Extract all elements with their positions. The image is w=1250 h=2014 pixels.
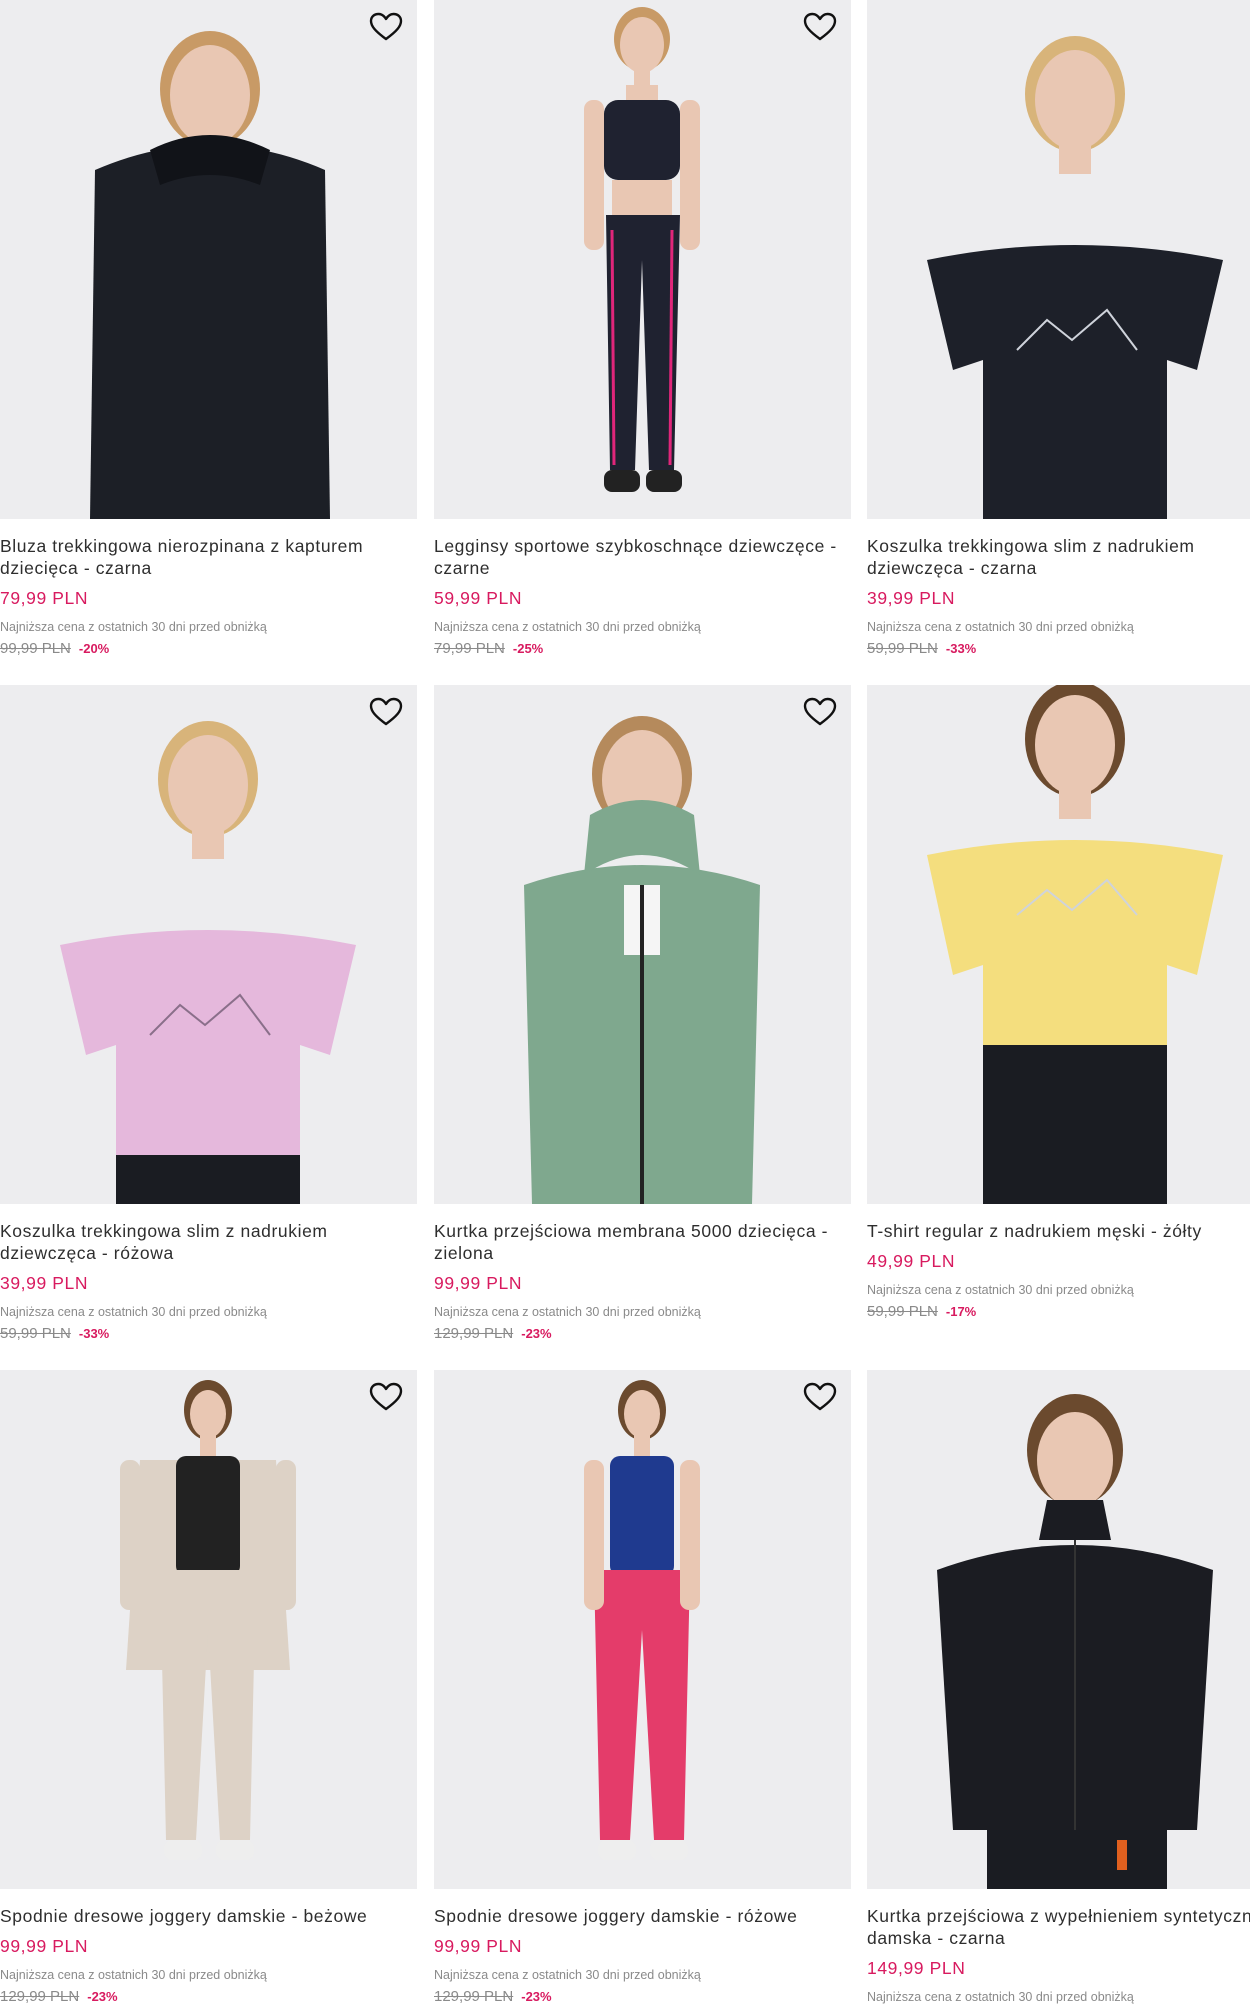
product-card[interactable]: Bluza trekkingowa nierozpinana z kapture…	[0, 0, 417, 658]
old-price-row: 129,99 PLN -23%	[434, 1988, 851, 2006]
product-name[interactable]: Koszulka trekkingowa slim z nadrukiem dz…	[867, 535, 1250, 579]
discount-badge: -20%	[78, 641, 110, 656]
product-image[interactable]	[867, 685, 1250, 1204]
heart-outline-icon	[369, 697, 403, 726]
old-price-row: 99,99 PLN -20%	[0, 640, 417, 658]
discount-badge: -17%	[945, 1304, 977, 1319]
lowest-price-note: Najniższa cena z ostatnich 30 dni przed …	[434, 1305, 701, 1319]
wishlist-heart-icon[interactable]	[801, 695, 839, 729]
discount-badge: -23%	[521, 1326, 552, 1341]
product-card[interactable]: Koszulka trekkingowa slim z nadrukiem dz…	[867, 0, 1250, 658]
wishlist-heart-icon[interactable]	[367, 695, 405, 729]
lowest-price-note: Najniższa cena z ostatnich 30 dni przed …	[867, 620, 1134, 634]
heart-outline-icon	[803, 1382, 837, 1411]
product-name[interactable]: Spodnie dresowe joggery damskie - beżowe	[0, 1905, 417, 1927]
product-card[interactable]: Koszulka trekkingowa slim z nadrukiem dz…	[0, 685, 417, 1343]
discount-badge: -25%	[512, 641, 544, 656]
product-price: 49,99 PLN	[867, 1251, 956, 1271]
wishlist-heart-icon[interactable]	[801, 10, 839, 44]
product-price: 79,99 PLN	[0, 588, 89, 608]
heart-outline-icon	[369, 12, 403, 41]
product-card[interactable]: T-shirt regular z nadrukiem męski - żółt…	[867, 685, 1250, 1321]
old-price: 129,99 PLN	[434, 1988, 514, 2005]
lowest-price-note: Najniższa cena z ostatnich 30 dni przed …	[0, 1305, 267, 1319]
old-price-row: 129,99 PLN -23%	[434, 1325, 851, 1343]
product-name[interactable]: Kurtka przejściowa z wypełnieniem syntet…	[867, 1905, 1250, 1949]
product-price: 149,99 PLN	[867, 1958, 966, 1978]
product-name[interactable]: T-shirt regular z nadrukiem męski - żółt…	[867, 1220, 1250, 1242]
product-figure	[937, 1394, 1213, 1889]
old-price-row: 79,99 PLN -25%	[434, 640, 851, 658]
product-image[interactable]	[434, 0, 851, 519]
lowest-price-note: Najniższa cena z ostatnich 30 dni przed …	[434, 1968, 701, 1982]
product-name[interactable]: Bluza trekkingowa nierozpinana z kapture…	[0, 535, 417, 579]
product-name[interactable]: Legginsy sportowe szybkoschnące dziewczę…	[434, 535, 851, 579]
product-card[interactable]: Kurtka przejściowa membrana 5000 dziecię…	[434, 685, 851, 1343]
product-card[interactable]: Legginsy sportowe szybkoschnące dziewczę…	[434, 0, 851, 658]
heart-outline-icon	[369, 1382, 403, 1411]
old-price-row: 59,99 PLN -33%	[867, 640, 1250, 658]
product-grid: Bluza trekkingowa nierozpinana z kapture…	[0, 0, 1250, 2014]
product-image[interactable]	[0, 1370, 417, 1889]
old-price-row: 129,99 PLN -23%	[0, 1988, 417, 2006]
discount-badge: -33%	[945, 641, 977, 656]
product-image[interactable]	[0, 0, 417, 519]
lowest-price-note: Najniższa cena z ostatnich 30 dni przed …	[0, 620, 267, 634]
old-price: 129,99 PLN	[0, 1988, 80, 2005]
product-card[interactable]: Kurtka przejściowa z wypełnieniem syntet…	[867, 1370, 1250, 2005]
product-image[interactable]	[0, 685, 417, 1204]
old-price: 59,99 PLN	[0, 1325, 71, 1342]
old-price: 99,99 PLN	[0, 640, 71, 657]
lowest-price-note: Najniższa cena z ostatnich 30 dni przed …	[0, 1968, 267, 1982]
old-price-row: 59,99 PLN -17%	[867, 1303, 1250, 1321]
product-figure	[60, 721, 356, 1204]
wishlist-heart-icon[interactable]	[367, 10, 405, 44]
lowest-price-note: Najniższa cena z ostatnich 30 dni przed …	[867, 1283, 1134, 1297]
lowest-price-note: Najniższa cena z ostatnich 30 dni przed …	[867, 1990, 1134, 2004]
product-card[interactable]: Spodnie dresowe joggery damskie - różowe…	[434, 1370, 851, 2006]
old-price: 79,99 PLN	[434, 640, 505, 657]
product-name[interactable]: Kurtka przejściowa membrana 5000 dziecię…	[434, 1220, 851, 1264]
wishlist-heart-icon[interactable]	[367, 1380, 405, 1414]
product-figure	[90, 31, 330, 519]
product-figure	[120, 1380, 296, 1860]
heart-outline-icon	[803, 697, 837, 726]
old-price-row: 59,99 PLN -33%	[0, 1325, 417, 1343]
old-price: 59,99 PLN	[867, 640, 938, 657]
product-price: 59,99 PLN	[434, 588, 523, 608]
product-figure	[584, 7, 700, 492]
product-price: 99,99 PLN	[0, 1936, 89, 1956]
product-image[interactable]	[434, 685, 851, 1204]
product-price: 39,99 PLN	[0, 1273, 89, 1293]
discount-badge: -33%	[78, 1326, 110, 1341]
wishlist-heart-icon[interactable]	[801, 1380, 839, 1414]
heart-outline-icon	[803, 12, 837, 41]
product-figure	[927, 36, 1223, 519]
product-price: 99,99 PLN	[434, 1936, 523, 1956]
product-image[interactable]	[867, 1370, 1250, 1889]
product-image[interactable]	[434, 1370, 851, 1889]
product-name[interactable]: Spodnie dresowe joggery damskie - różowe	[434, 1905, 851, 1927]
product-name[interactable]: Koszulka trekkingowa slim z nadrukiem dz…	[0, 1220, 417, 1264]
discount-badge: -23%	[521, 1989, 552, 2004]
discount-badge: -23%	[87, 1989, 118, 2004]
product-price: 99,99 PLN	[434, 1273, 523, 1293]
lowest-price-note: Najniższa cena z ostatnich 30 dni przed …	[434, 620, 701, 634]
product-figure	[584, 1380, 700, 1860]
product-price: 39,99 PLN	[867, 588, 956, 608]
product-card[interactable]: Spodnie dresowe joggery damskie - beżowe…	[0, 1370, 417, 2006]
product-figure	[524, 716, 760, 1204]
old-price: 59,99 PLN	[867, 1303, 938, 1320]
product-figure	[927, 685, 1223, 1204]
product-image[interactable]	[867, 0, 1250, 519]
old-price: 129,99 PLN	[434, 1325, 514, 1342]
